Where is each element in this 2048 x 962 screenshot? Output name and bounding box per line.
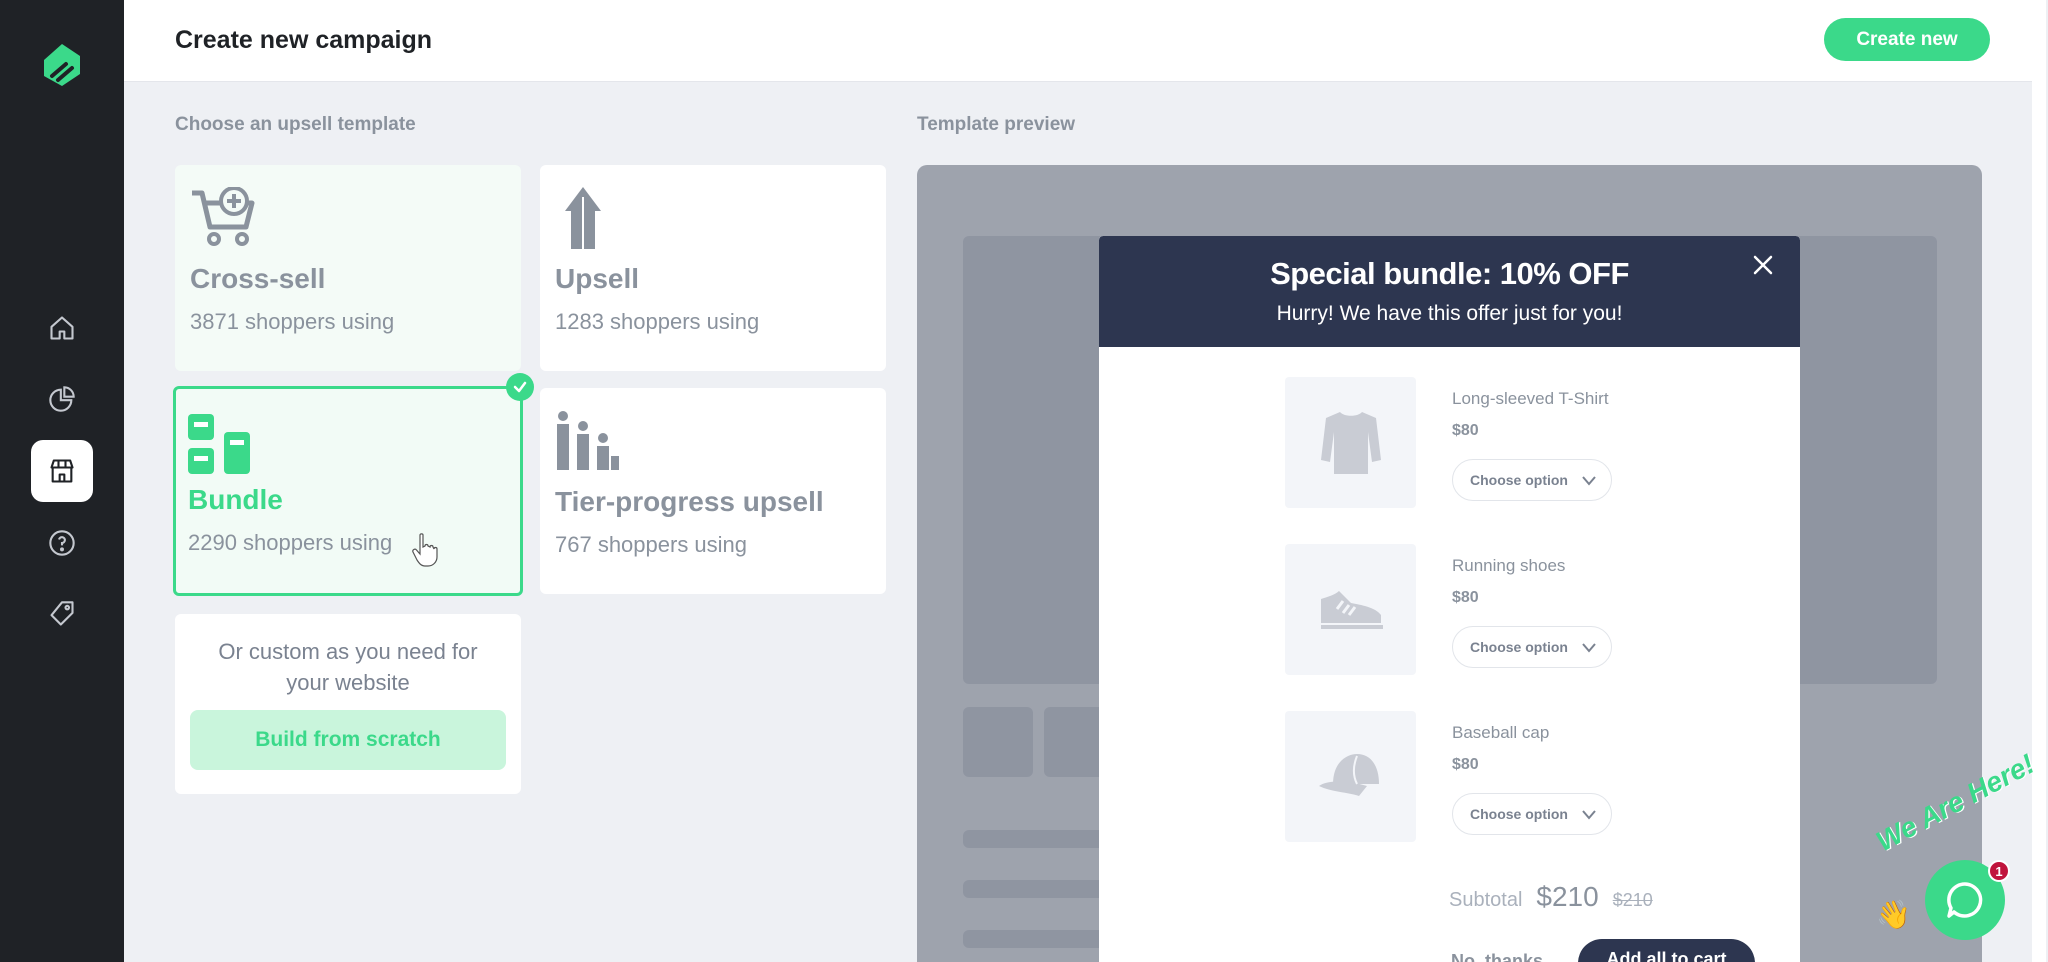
product-name: Running shoes xyxy=(1452,556,1566,575)
build-from-scratch-button[interactable]: Build from scratch xyxy=(190,710,506,770)
custom-text: Or custom as you need for your website xyxy=(218,639,478,695)
chat-bubble-icon xyxy=(1947,882,1983,918)
help-icon xyxy=(49,530,75,556)
card-usage: 3871 shoppers using xyxy=(190,309,395,334)
add-all-to-cart-button[interactable]: Add all to cart xyxy=(1578,939,1755,962)
custom-template-card: Or custom as you need for your website B… xyxy=(175,614,521,794)
home-icon xyxy=(50,316,74,340)
hand-cursor-icon xyxy=(412,533,438,567)
card-title: Bundle xyxy=(188,484,283,515)
cart-plus-icon xyxy=(192,187,255,246)
chat-widget: We Are Here! 👋 1 xyxy=(1868,748,2039,940)
waving-hand-icon: 👋 xyxy=(1876,899,1911,930)
popup-header: Special bundle: 10% OFF Hurry! We have t… xyxy=(1099,236,1800,347)
top-header: Create new campaign Create new xyxy=(124,0,2034,82)
subtotal-value: $210 xyxy=(1536,881,1599,912)
store-icon xyxy=(50,459,74,483)
product-thumbnail xyxy=(1285,544,1416,675)
close-icon[interactable] xyxy=(1750,252,1776,278)
template-card-upsell[interactable]: Upsell 1283 shoppers using xyxy=(540,165,886,371)
product-price: $80 xyxy=(1452,589,1479,606)
nav-analytics[interactable] xyxy=(31,368,93,430)
page-title: Create new campaign xyxy=(175,26,433,54)
product-name: Baseball cap xyxy=(1452,723,1550,742)
option-select[interactable]: Choose option xyxy=(1452,793,1612,835)
card-title: Cross-sell xyxy=(190,263,326,294)
card-usage: 1283 shoppers using xyxy=(555,309,760,334)
product-item: Running shoes $80 Choose option xyxy=(1285,544,1785,679)
card-usage: 2290 shoppers using xyxy=(188,530,393,555)
no-thanks-link[interactable]: No, thanks xyxy=(1451,951,1543,962)
selected-check-icon xyxy=(506,373,534,401)
create-new-button[interactable]: Create new xyxy=(1824,18,1990,61)
arrow-up-icon xyxy=(565,187,601,249)
tier-icon xyxy=(557,411,619,470)
product-thumbnail xyxy=(1285,377,1416,508)
product-item: Baseball cap $80 Choose option xyxy=(1285,711,1785,846)
subtotal-row: Subtotal $210 $210 xyxy=(1449,881,1653,921)
sidebar xyxy=(0,0,124,962)
shoe-icon xyxy=(1320,590,1383,629)
option-select-label: Choose option xyxy=(1470,806,1568,822)
option-select-label: Choose option xyxy=(1470,472,1568,488)
product-price: $80 xyxy=(1452,422,1479,439)
card-title: Upsell xyxy=(555,263,640,294)
chevron-down-icon xyxy=(1582,476,1596,486)
product-price: $80 xyxy=(1452,756,1479,773)
option-select-label: Choose option xyxy=(1470,639,1568,655)
nav-store[interactable] xyxy=(31,440,93,502)
template-card-bundle[interactable]: Bundle 2290 shoppers using xyxy=(173,386,523,596)
popup-subtitle: Hurry! We have this offer just for you! xyxy=(1276,302,1623,325)
nav-home[interactable] xyxy=(31,297,93,359)
option-select[interactable]: Choose option xyxy=(1452,459,1612,501)
chat-notification-badge: 1 xyxy=(1988,860,2010,882)
popup-title: Special bundle: 10% OFF xyxy=(1270,256,1629,291)
shirt-icon xyxy=(1320,411,1381,474)
tag-icon xyxy=(50,601,74,626)
chevron-down-icon xyxy=(1582,643,1596,653)
product-name: Long-sleeved T-Shirt xyxy=(1452,389,1609,408)
bundle-icon xyxy=(188,414,250,474)
product-thumbnail xyxy=(1285,711,1416,842)
option-select[interactable]: Choose option xyxy=(1452,626,1612,668)
chevron-down-icon xyxy=(1582,810,1596,820)
scrollbar[interactable] xyxy=(2032,0,2046,962)
template-card-tier-progress[interactable]: Tier-progress upsell 767 shoppers using xyxy=(540,388,886,594)
bundle-popup: Special bundle: 10% OFF Hurry! We have t… xyxy=(1099,236,1800,962)
nav-help[interactable] xyxy=(31,512,93,574)
nav-tags[interactable] xyxy=(31,583,93,645)
app-logo[interactable] xyxy=(38,40,86,88)
template-card-cross-sell[interactable]: Cross-sell 3871 shoppers using xyxy=(175,165,521,371)
cap-icon xyxy=(1318,753,1379,796)
templates-label: Choose an upsell template xyxy=(175,114,416,135)
template-preview: Special bundle: 10% OFF Hurry! We have t… xyxy=(917,165,1982,962)
subtotal-original-price: $210 xyxy=(1612,890,1653,910)
product-item: Long-sleeved T-Shirt $80 Choose option xyxy=(1285,377,1785,512)
skeleton-block xyxy=(963,707,1033,777)
preview-label: Template preview xyxy=(917,114,1076,135)
card-title: Tier-progress upsell xyxy=(555,486,824,517)
subtotal-label: Subtotal xyxy=(1449,889,1523,911)
chart-icon xyxy=(49,386,75,412)
card-usage: 767 shoppers using xyxy=(555,532,748,557)
